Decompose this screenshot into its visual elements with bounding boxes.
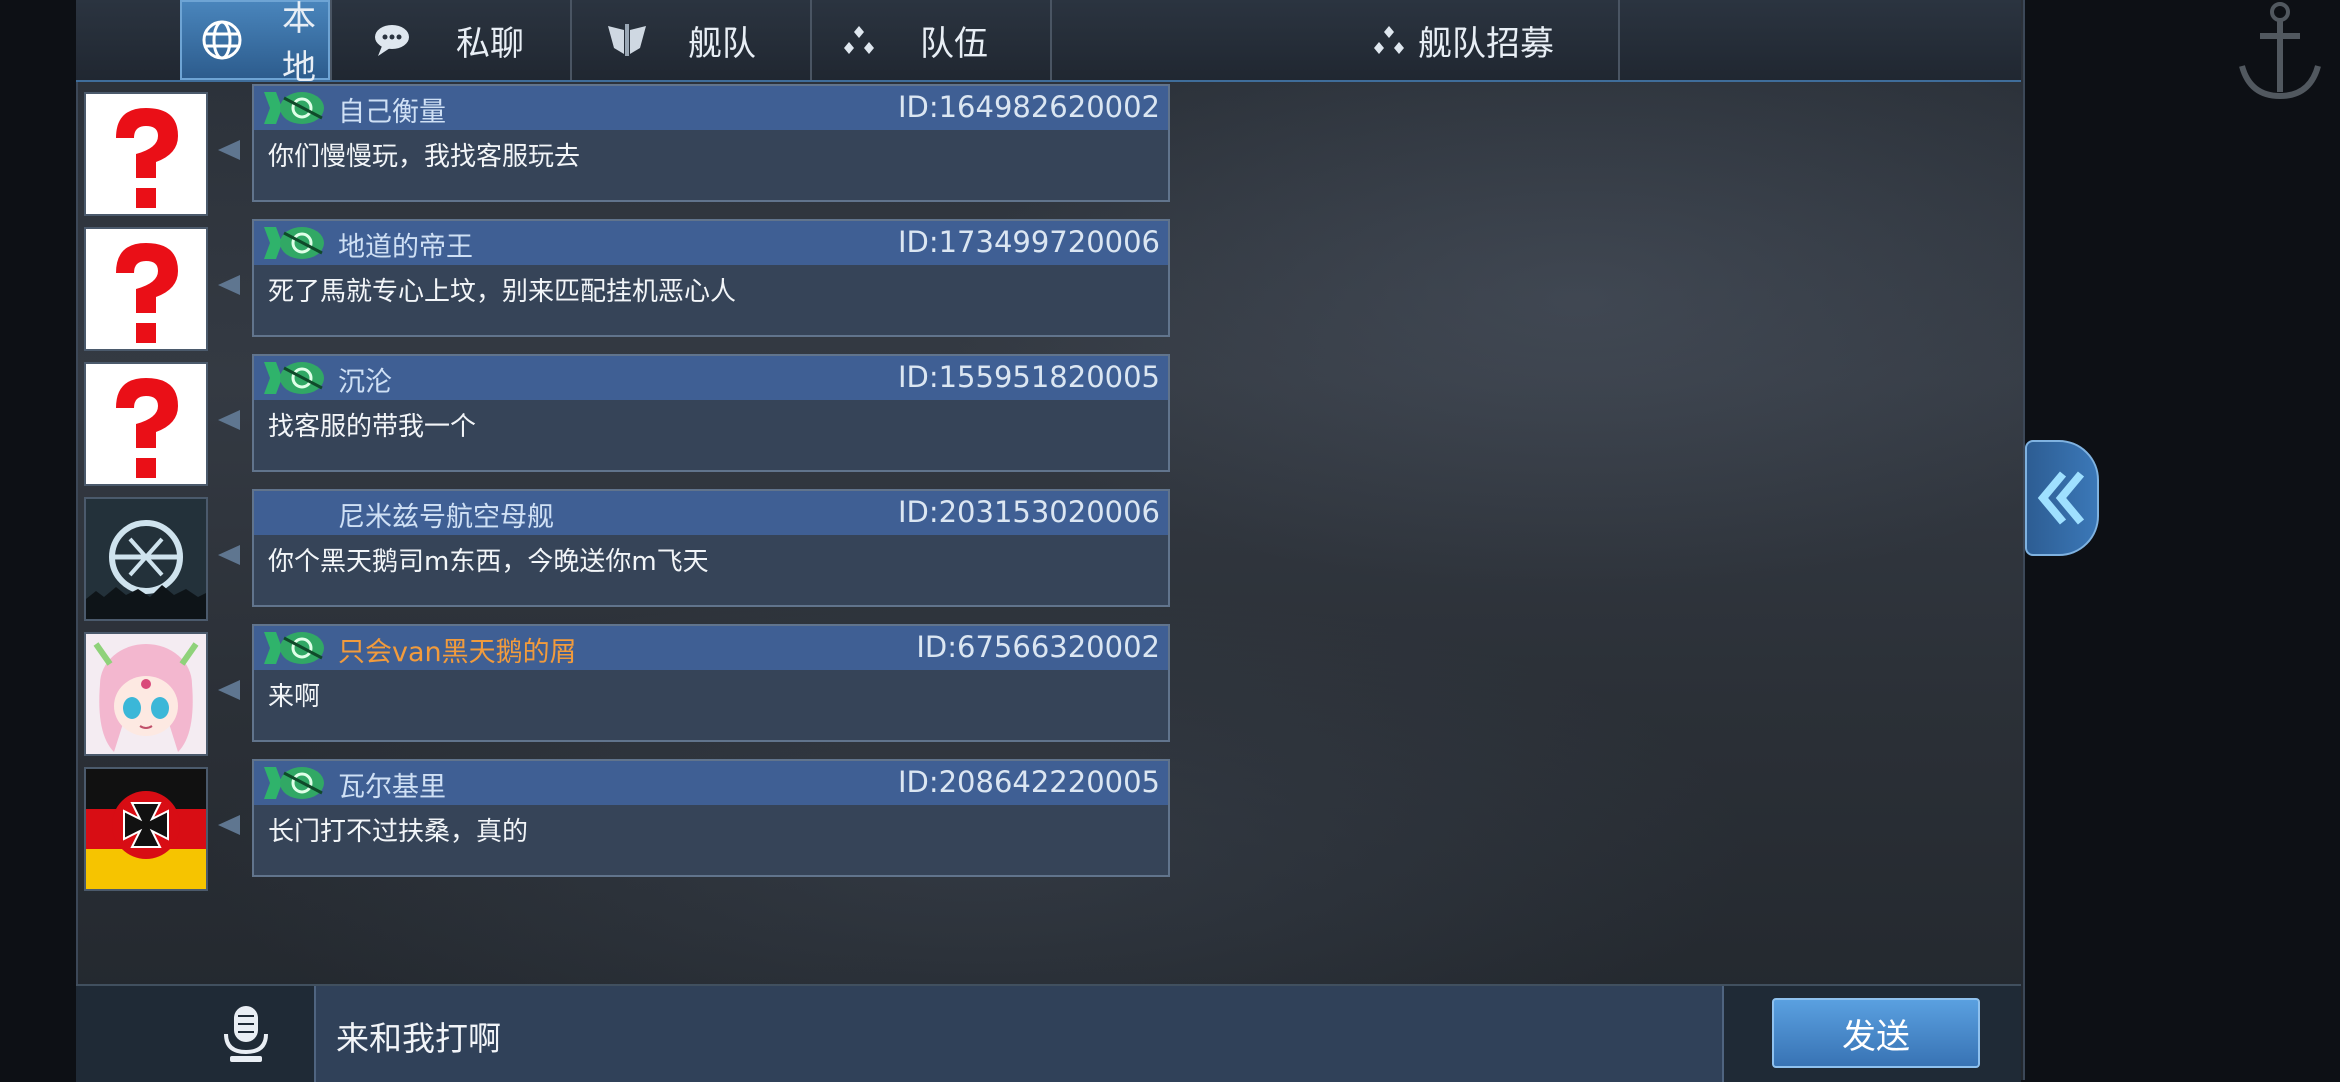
message-input-text: 来和我打啊 bbox=[336, 1019, 501, 1058]
chat-message: 尼米兹号航空母舰 ID:203153020006 你个黑天鹅司m东西，今晚送你m… bbox=[84, 489, 1174, 621]
sender-name[interactable]: 尼米兹号航空母舰 bbox=[338, 495, 554, 534]
bubble-pointer bbox=[218, 680, 240, 700]
bubble-pointer bbox=[218, 410, 240, 430]
tab-fleet-recruit-label: 舰队招募 bbox=[1418, 23, 1554, 64]
tab-local[interactable]: 本地 bbox=[180, 0, 332, 88]
message-bubble[interactable]: 自己衡量 ID:164982620002 你们慢慢玩，我找客服玩去 bbox=[252, 84, 1170, 202]
chat-bubbles-icon bbox=[372, 17, 418, 63]
sender-id: ID:164982620002 bbox=[897, 90, 1160, 124]
microphone-icon[interactable] bbox=[216, 1002, 276, 1066]
message-bubble[interactable]: 沉沦 ID:155951820005 找客服的带我一个 bbox=[252, 354, 1170, 472]
message-header: 地道的帝王 ID:173499720006 bbox=[254, 221, 1168, 265]
message-text: 长门打不过扶桑，真的 bbox=[268, 817, 529, 847]
chat-message: 瓦尔基里 ID:208642220005 长门打不过扶桑，真的 bbox=[84, 759, 1174, 891]
tab-private-chat[interactable]: 私聊 bbox=[332, 0, 572, 80]
team-dots-icon bbox=[836, 17, 882, 63]
bubble-pointer bbox=[218, 275, 240, 295]
rank-badge-icon bbox=[264, 227, 324, 259]
chat-message: 沉沦 ID:155951820005 找客服的带我一个 bbox=[84, 354, 1174, 486]
emblem-avatar[interactable] bbox=[84, 497, 208, 621]
globe-icon bbox=[200, 17, 244, 63]
question-mark-avatar[interactable] bbox=[84, 92, 208, 216]
message-bubble[interactable]: 尼米兹号航空母舰 ID:203153020006 你个黑天鹅司m东西，今晚送你m… bbox=[252, 489, 1170, 607]
rank-badge-icon bbox=[264, 362, 324, 394]
message-bubble[interactable]: 地道的帝王 ID:173499720006 死了馬就专心上坟，别来匹配挂机恶心人 bbox=[252, 219, 1170, 337]
chat-message: 地道的帝王 ID:173499720006 死了馬就专心上坟，别来匹配挂机恶心人 bbox=[84, 219, 1174, 351]
double-chevron-left-icon bbox=[2037, 471, 2085, 525]
sender-id: ID:67566320002 bbox=[916, 630, 1160, 664]
sender-name[interactable]: 自己衡量 bbox=[338, 90, 446, 129]
message-text: 来啊 bbox=[268, 682, 321, 712]
sender-id: ID:208642220005 bbox=[897, 765, 1160, 799]
sender-name[interactable]: 只会van黑天鹅的屑 bbox=[338, 630, 577, 669]
message-header: 瓦尔基里 ID:208642220005 bbox=[254, 761, 1168, 805]
rank-badge-icon bbox=[264, 632, 324, 664]
rank-badge-icon bbox=[264, 92, 324, 124]
sender-id: ID:155951820005 bbox=[897, 360, 1160, 394]
iron-cross-flag-avatar[interactable] bbox=[84, 767, 208, 891]
bubble-pointer bbox=[218, 545, 240, 565]
chat-tab-bar: 本地 私聊 舰队 队伍 舰队招募 bbox=[76, 0, 2021, 88]
bubble-pointer bbox=[218, 815, 240, 835]
message-text: 找客服的带我一个 bbox=[268, 412, 477, 442]
message-input[interactable]: 来和我打啊 bbox=[314, 986, 1724, 1082]
sender-name[interactable]: 沉沦 bbox=[338, 360, 392, 399]
message-header: 只会van黑天鹅的屑 ID:67566320002 bbox=[254, 626, 1168, 670]
message-text: 你们慢慢玩，我找客服玩去 bbox=[268, 142, 581, 172]
send-button[interactable]: 发送 bbox=[1772, 998, 1980, 1068]
chat-message: 自己衡量 ID:164982620002 你们慢慢玩，我找客服玩去 bbox=[84, 84, 1174, 216]
tab-team[interactable]: 队伍 bbox=[812, 0, 1052, 80]
message-text: 死了馬就专心上坟，别来匹配挂机恶心人 bbox=[268, 277, 737, 307]
message-header: 尼米兹号航空母舰 ID:203153020006 bbox=[254, 491, 1168, 535]
send-button-label: 发送 bbox=[1842, 1016, 1910, 1057]
question-mark-avatar[interactable] bbox=[84, 362, 208, 486]
rank-badge-icon bbox=[264, 767, 324, 799]
message-text: 你个黑天鹅司m东西，今晚送你m飞天 bbox=[268, 547, 709, 577]
anime-girl-avatar[interactable] bbox=[84, 632, 208, 756]
question-mark-avatar[interactable] bbox=[84, 227, 208, 351]
message-header: 自己衡量 ID:164982620002 bbox=[254, 86, 1168, 130]
sender-id: ID:203153020006 bbox=[897, 495, 1160, 529]
message-bubble[interactable]: 瓦尔基里 ID:208642220005 长门打不过扶桑，真的 bbox=[252, 759, 1170, 877]
sender-id: ID:173499720006 bbox=[897, 225, 1160, 259]
tab-team-label: 队伍 bbox=[920, 23, 988, 64]
tab-fleet[interactable]: 舰队 bbox=[572, 0, 812, 80]
message-header: 沉沦 ID:155951820005 bbox=[254, 356, 1168, 400]
message-bubble[interactable]: 只会van黑天鹅的屑 ID:67566320002 来啊 bbox=[252, 624, 1170, 742]
team-dots-icon bbox=[1366, 17, 1412, 63]
bubble-pointer bbox=[218, 140, 240, 160]
tab-private-chat-label: 私聊 bbox=[456, 23, 524, 64]
anchor-icon bbox=[2239, 2, 2321, 100]
fleet-emblem-icon bbox=[604, 17, 650, 63]
chat-input-bar: 来和我打啊 发送 bbox=[76, 984, 2021, 1082]
sender-name[interactable]: 瓦尔基里 bbox=[338, 765, 446, 804]
collapse-panel-button[interactable] bbox=[2025, 440, 2099, 556]
tab-fleet-label: 舰队 bbox=[688, 23, 756, 64]
tab-fleet-recruit[interactable]: 舰队招募 bbox=[1052, 0, 1620, 80]
chat-message: 只会van黑天鹅的屑 ID:67566320002 来啊 bbox=[84, 624, 1174, 756]
tab-local-label: 本地 bbox=[282, 0, 316, 88]
sender-name[interactable]: 地道的帝王 bbox=[338, 225, 473, 264]
